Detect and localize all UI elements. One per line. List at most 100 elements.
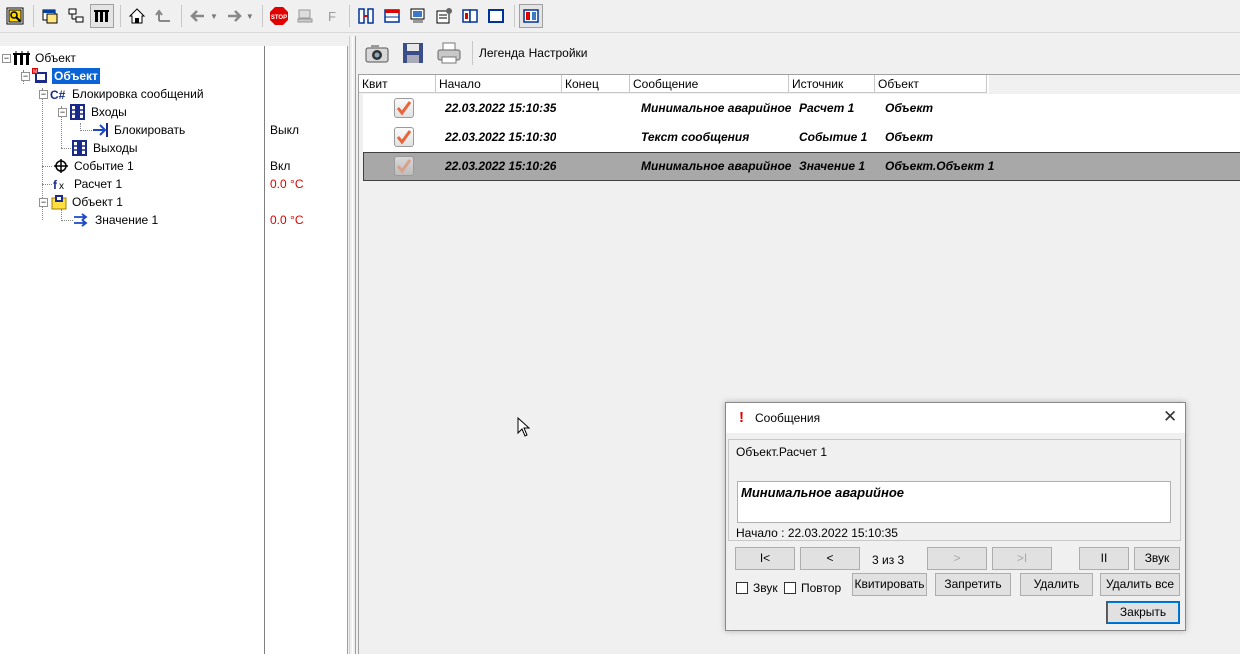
tree-view-icon[interactable] (90, 4, 114, 28)
pause-button[interactable]: II (1079, 547, 1129, 570)
column-header-source[interactable]: Источник (789, 75, 875, 93)
tree-node-outputs[interactable]: Выходы (71, 139, 140, 157)
column-header-start[interactable]: Начало (436, 75, 562, 93)
prev-message-button[interactable]: < (800, 547, 860, 570)
cell-source: Расчет 1 (799, 101, 855, 115)
checkbox-box[interactable] (784, 582, 796, 594)
panel-splitter[interactable] (349, 36, 356, 654)
table-row-selected[interactable]: 22.03.2022 15:10:26 Минимальное аварийно… (363, 152, 1240, 181)
book-icon[interactable] (458, 4, 482, 28)
cell-message: Минимальное аварийное (641, 101, 791, 115)
windows-icon[interactable] (38, 4, 62, 28)
print-icon[interactable] (434, 39, 464, 67)
tree-node-event[interactable]: Событие 1 (52, 157, 136, 175)
column-header-end[interactable]: Конец (562, 75, 630, 93)
toolbar-separator (120, 5, 121, 27)
collapse-icon[interactable]: − (39, 197, 48, 207)
delete-all-button[interactable]: Удалить все (1100, 573, 1180, 596)
monitor-icon[interactable] (406, 4, 430, 28)
messages-book-icon[interactable] (518, 4, 543, 28)
svg-text:F: F (328, 9, 336, 24)
table-row[interactable]: 22.03.2022 15:10:30 Текст сообщения Собы… (363, 123, 1240, 152)
first-message-button[interactable]: I< (735, 547, 795, 570)
stop-icon[interactable]: STOP (267, 4, 291, 28)
function-f-icon[interactable]: F (319, 4, 343, 28)
tree-line (42, 184, 52, 185)
camera-icon[interactable] (362, 39, 392, 67)
tree-node-object[interactable]: − M Объект (21, 67, 100, 85)
sound-button[interactable]: Звук (1134, 547, 1180, 570)
computer-icon[interactable] (293, 4, 317, 28)
network-icon[interactable] (64, 4, 88, 28)
table-row[interactable]: 22.03.2022 15:10:35 Минимальное аварийно… (363, 94, 1240, 123)
tree-node-calc[interactable]: fx Расчет 1 (52, 175, 124, 193)
tree-column-divider[interactable] (264, 46, 265, 654)
object-root-icon (13, 50, 30, 66)
checkmark-icon (396, 101, 412, 116)
close-button[interactable]: Закрыть (1106, 601, 1180, 624)
forbid-button[interactable]: Запретить (935, 573, 1011, 596)
next-message-button[interactable]: > (927, 547, 987, 570)
last-message-button[interactable]: >I (992, 547, 1052, 570)
column-header-message[interactable]: Сообщение (630, 75, 789, 93)
svg-text:STOP: STOP (271, 15, 287, 21)
forward-dropdown-icon[interactable]: ▼ (246, 12, 254, 21)
ack-checkbox[interactable] (394, 98, 414, 118)
repeat-checkbox[interactable]: Повтор (784, 581, 841, 595)
legend-button[interactable]: Легенда (479, 46, 525, 60)
tree-node-label: Событие 1 (74, 159, 134, 173)
settings-button[interactable]: Настройки (529, 46, 588, 60)
exclamation-icon: ! (739, 409, 744, 426)
collapse-icon[interactable]: − (39, 89, 48, 99)
save-icon[interactable] (398, 39, 428, 67)
collapse-icon[interactable]: − (58, 107, 67, 117)
toolbar-separator (261, 5, 263, 27)
column-header-object[interactable]: Объект (875, 75, 987, 93)
value-icon (73, 212, 90, 228)
back-arrow-icon[interactable] (186, 4, 210, 28)
acknowledge-button[interactable]: Квитировать (852, 573, 927, 596)
home-icon[interactable] (125, 4, 149, 28)
toolbar-separator (513, 5, 515, 27)
tree-node-label: Расчет 1 (74, 177, 123, 191)
tree-node-root[interactable]: − Объект (2, 49, 78, 67)
forward-arrow-icon[interactable] (222, 4, 246, 28)
tree-line (61, 148, 71, 149)
checkbox-box[interactable] (736, 582, 748, 594)
ack-checkbox[interactable] (394, 127, 414, 147)
tree-node-value: Выкл (270, 123, 300, 137)
delete-button[interactable]: Удалить (1020, 573, 1093, 596)
toolbar-separator (472, 41, 473, 65)
ack-checkbox[interactable] (394, 156, 414, 176)
dialog-titlebar[interactable]: ! Сообщения ✕ (726, 403, 1185, 433)
tree-node-label: Объект (35, 51, 76, 65)
column-header-ack[interactable]: Квит (359, 75, 436, 93)
tree-line (42, 166, 52, 167)
cell-source: Значение 1 (799, 159, 866, 173)
back-dropdown-icon[interactable]: ▼ (210, 12, 218, 21)
cell-object: Объект.Объект 1 (885, 159, 995, 173)
tree-node-object1[interactable]: − Объект 1 (39, 193, 125, 211)
properties-icon[interactable] (432, 4, 456, 28)
repeat-checkbox-label: Повтор (801, 581, 842, 595)
close-icon[interactable]: ✕ (1163, 407, 1177, 427)
tree-node-message-block[interactable]: − C# Блокировка сообщений (39, 85, 206, 103)
window-frame-icon[interactable] (484, 4, 508, 28)
svg-text:M: M (33, 69, 37, 75)
tree-node-value: 0.0 °C (270, 177, 304, 191)
object-module-icon: M (32, 68, 49, 84)
io-mapping-icon[interactable] (354, 4, 378, 28)
table-icon[interactable] (380, 4, 404, 28)
svg-text:f: f (53, 178, 58, 192)
tree-line (61, 220, 73, 221)
collapse-icon[interactable]: − (2, 53, 11, 63)
tree-node-block[interactable]: Блокировать (92, 121, 187, 139)
sound-checkbox[interactable]: Звук (736, 581, 778, 595)
collapse-icon[interactable]: − (21, 71, 30, 81)
message-start-time: Начало : 22.03.2022 15:10:35 (736, 526, 898, 540)
tree-node-value1[interactable]: Значение 1 (73, 211, 160, 229)
tree-node-inputs[interactable]: − Входы (58, 103, 129, 121)
open-project-icon[interactable] (3, 4, 27, 28)
svg-text:C#: C# (50, 88, 66, 101)
up-level-icon[interactable] (151, 4, 175, 28)
